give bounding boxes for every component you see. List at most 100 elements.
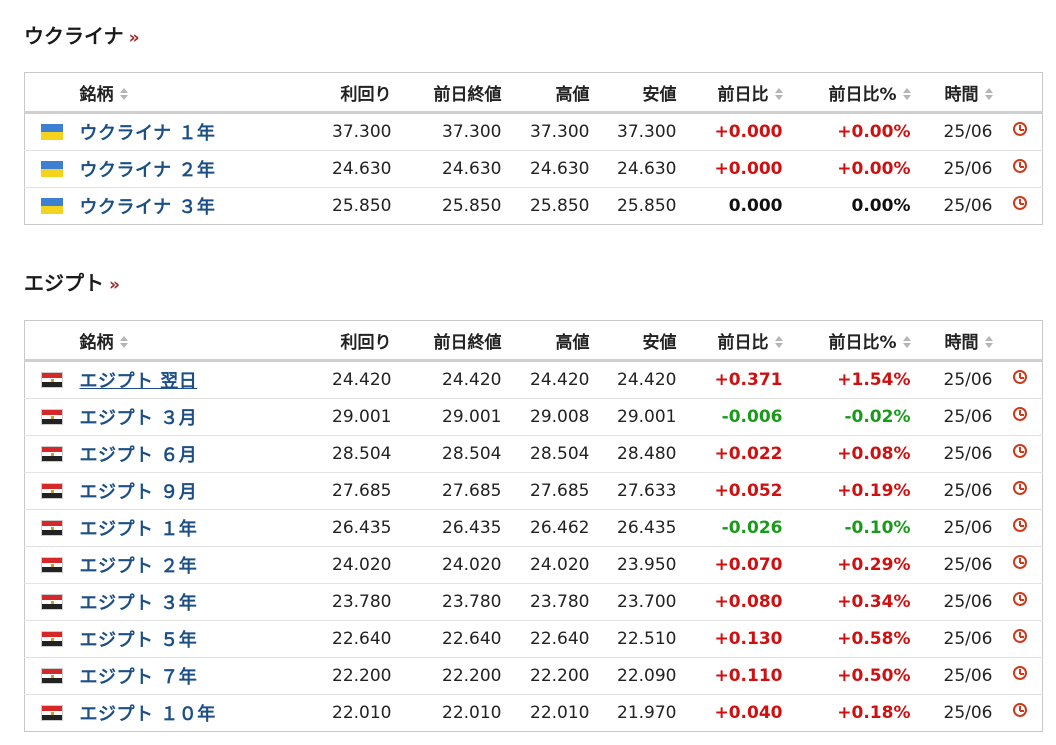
time-cell: 25/06 xyxy=(910,546,993,584)
ukraine-flag-icon xyxy=(41,161,63,177)
prev-close-cell: 37.300 xyxy=(391,112,502,151)
column-header-name[interactable]: 銘柄 xyxy=(79,72,325,114)
clock-icon[interactable] xyxy=(1012,703,1027,717)
table-row: エジプト １年 26.435 26.435 26.462 26.435 -0.026 -0.… xyxy=(24,509,1043,547)
clock-icon[interactable] xyxy=(1012,444,1027,458)
name-cell: エジプト ６月 xyxy=(79,435,325,473)
quotes-table-ukraine: 銘柄 利回り 前日終値 高値 安値 前日比 前日比% 時間 ウクライナ １年 37… xyxy=(24,72,1043,225)
prev-close-cell: 27.685 xyxy=(391,472,502,510)
clock-icon[interactable] xyxy=(1012,407,1027,421)
flag-cell xyxy=(24,509,80,547)
egypt-flag-icon xyxy=(41,409,63,425)
egypt-flag-icon xyxy=(41,668,63,684)
clock-icon[interactable] xyxy=(1012,518,1027,532)
sort-icon[interactable] xyxy=(774,87,783,101)
instrument-link[interactable]: エジプト ２年 xyxy=(80,556,198,577)
prev-close-cell: 23.780 xyxy=(391,583,502,621)
instrument-link[interactable]: エジプト ３月 xyxy=(80,408,198,429)
section-more-link[interactable]: » xyxy=(129,28,140,48)
egypt-flag-icon xyxy=(41,594,63,610)
table-row: エジプト ６月 28.504 28.504 28.504 28.480 +0.022 +0.… xyxy=(24,435,1043,473)
time-cell: 25/06 xyxy=(910,620,993,658)
clock-icon[interactable] xyxy=(1012,555,1027,569)
yield-cell: 25.850 xyxy=(332,196,392,216)
clock-cell xyxy=(992,150,1043,188)
column-header-name[interactable]: 銘柄 xyxy=(79,320,325,362)
clock-cell xyxy=(992,657,1043,695)
sort-icon[interactable] xyxy=(984,335,993,349)
name-cell: エジプト ３月 xyxy=(79,398,325,436)
instrument-link[interactable]: ウクライナ １年 xyxy=(80,123,216,144)
instrument-link[interactable]: エジプト ３年 xyxy=(80,593,198,614)
instrument-link[interactable]: エジプト １０年 xyxy=(80,704,216,725)
clock-cell xyxy=(992,435,1043,473)
high-cell: 23.780 xyxy=(501,583,590,621)
instrument-link[interactable]: ウクライナ ２年 xyxy=(80,160,216,181)
change-pct-cell: -0.02% xyxy=(782,398,911,436)
column-header-change[interactable]: 前日比 xyxy=(676,72,783,114)
instrument-link[interactable]: エジプト ６月 xyxy=(80,445,198,466)
table-row: ウクライナ １年 37.300 37.300 37.300 37.300 +0.000 +0… xyxy=(24,112,1043,151)
low-cell: 24.420 xyxy=(589,360,677,399)
clock-icon[interactable] xyxy=(1012,481,1027,495)
time-cell: 25/06 xyxy=(910,509,993,547)
instrument-link[interactable]: エジプト ７年 xyxy=(80,667,198,688)
column-header-change-pct[interactable]: 前日比% xyxy=(782,320,911,362)
low-cell: 28.480 xyxy=(589,435,677,473)
column-header-time[interactable]: 時間 xyxy=(910,72,993,114)
change-cell: +0.052 xyxy=(676,472,783,510)
column-header-change[interactable]: 前日比 xyxy=(676,320,783,362)
clock-icon[interactable] xyxy=(1012,122,1027,136)
instrument-link[interactable]: エジプト ９月 xyxy=(80,482,198,503)
high-cell: 29.008 xyxy=(501,398,590,436)
column-header-time[interactable]: 時間 xyxy=(910,320,993,362)
section-title: エジプト» xyxy=(24,269,1042,297)
column-header-prev-close: 前日終値 xyxy=(391,320,502,362)
table-row: ウクライナ ２年 24.630 24.630 24.630 24.630 +0.000 +0… xyxy=(24,150,1043,188)
egypt-flag-icon xyxy=(41,631,63,647)
prev-close-cell: 22.010 xyxy=(442,703,502,723)
change-cell: 0.000 xyxy=(728,196,783,216)
clock-icon[interactable] xyxy=(1012,196,1027,210)
time-cell: 25/06 xyxy=(910,112,993,151)
high-cell: 24.020 xyxy=(501,546,590,584)
flag-cell xyxy=(25,188,80,225)
instrument-link[interactable]: ウクライナ ３年 xyxy=(80,197,216,218)
clock-icon[interactable] xyxy=(1012,159,1027,173)
flag-cell xyxy=(25,695,80,732)
column-header-yield: 利回り xyxy=(324,320,392,362)
section-more-link[interactable]: » xyxy=(109,275,120,295)
column-header-high: 高値 xyxy=(501,320,590,362)
table-row: エジプト ７年 22.200 22.200 22.200 22.090 +0.110 +0.… xyxy=(24,657,1043,695)
clock-icon[interactable] xyxy=(1012,592,1027,606)
sort-icon[interactable] xyxy=(119,335,128,349)
clock-icon[interactable] xyxy=(1012,666,1027,680)
column-header-high: 高値 xyxy=(501,72,590,114)
yield-cell: 22.640 xyxy=(324,620,392,658)
prev-close-cell: 29.001 xyxy=(391,398,502,436)
time-cell: 25/06 xyxy=(910,360,993,399)
sort-icon[interactable] xyxy=(774,335,783,349)
name-cell: エジプト ７年 xyxy=(79,657,325,695)
clock-cell xyxy=(993,695,1043,732)
time-cell: 25/06 xyxy=(910,472,993,510)
sort-icon[interactable] xyxy=(902,335,911,349)
clock-header xyxy=(992,320,1043,362)
time-cell: 25/06 xyxy=(910,150,993,188)
clock-icon[interactable] xyxy=(1012,629,1027,643)
instrument-link[interactable]: エジプト １年 xyxy=(80,519,198,540)
low-cell: 25.850 xyxy=(617,196,677,216)
sort-icon[interactable] xyxy=(119,87,128,101)
clock-icon[interactable] xyxy=(1012,370,1027,384)
section-title-text: ウクライナ xyxy=(24,24,124,48)
change-pct-cell: +0.50% xyxy=(782,657,911,695)
sort-icon[interactable] xyxy=(984,87,993,101)
name-cell: エジプト １年 xyxy=(79,509,325,547)
instrument-link[interactable]: エジプト ５年 xyxy=(80,630,198,651)
change-cell: +0.040 xyxy=(714,703,783,723)
sort-icon[interactable] xyxy=(902,87,911,101)
column-header-change-pct[interactable]: 前日比% xyxy=(782,72,911,114)
flag-cell xyxy=(24,583,80,621)
change-cell: +0.022 xyxy=(676,435,783,473)
instrument-link[interactable]: エジプト 翌日 xyxy=(80,371,198,392)
